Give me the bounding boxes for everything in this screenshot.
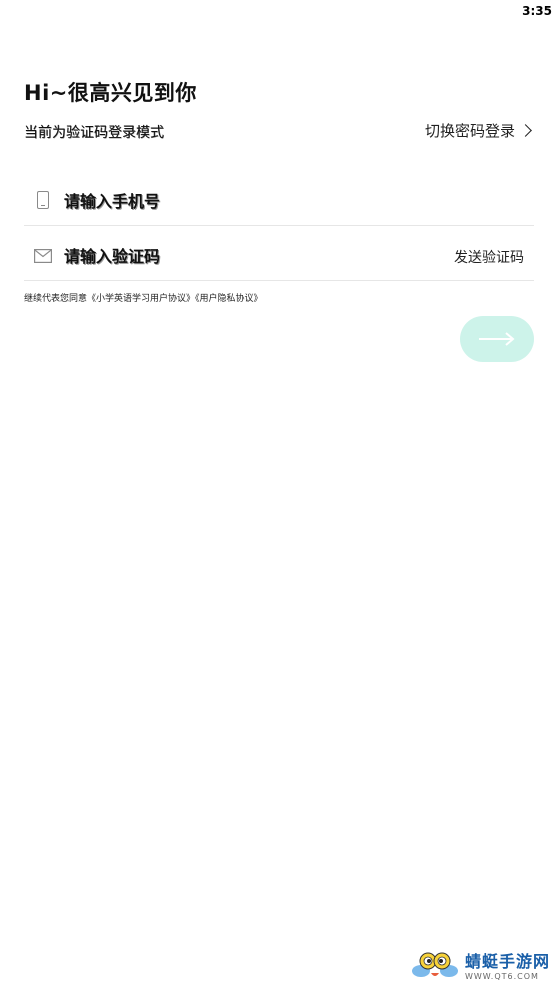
verification-code-input[interactable]: [64, 242, 404, 270]
send-code-button[interactable]: 发送验证码: [454, 247, 524, 267]
phone-field: [24, 177, 534, 226]
greeting-title: Hi~很高兴见到你: [24, 81, 197, 105]
switch-password-login-label: 切换密码登录: [424, 122, 515, 140]
phone-input[interactable]: [64, 187, 404, 215]
login-mode-row: 当前为验证码登录模式 切换密码登录: [24, 120, 534, 142]
watermark-title: 蜻蜓手游网: [464, 951, 550, 971]
mail-icon: [34, 244, 54, 266]
watermark: 蜻蜓手游网 WWW.QT6.COM: [411, 948, 550, 986]
arrow-right-icon: [479, 332, 515, 346]
status-time: 3:35: [522, 4, 552, 18]
code-field: 发送验证码: [24, 232, 534, 281]
submit-login-button[interactable]: [460, 316, 534, 362]
agreement-prefix: 继续代表您同意: [24, 294, 88, 304]
watermark-url: WWW.QT6.COM: [464, 971, 539, 981]
agreement-text: 继续代表您同意《小学英语学习用户协议》《用户隐私协议》: [24, 291, 263, 304]
dragonfly-logo-icon: [411, 952, 458, 977]
login-mode-label: 当前为验证码登录模式: [24, 125, 164, 141]
privacy-agreement-link[interactable]: 《用户隐私协议》: [195, 294, 263, 304]
phone-icon: [34, 189, 54, 211]
chevron-right-icon: [519, 124, 532, 137]
switch-password-login-link[interactable]: 切换密码登录: [425, 120, 534, 141]
user-agreement-link[interactable]: 《小学英语学习用户协议》: [87, 294, 195, 304]
